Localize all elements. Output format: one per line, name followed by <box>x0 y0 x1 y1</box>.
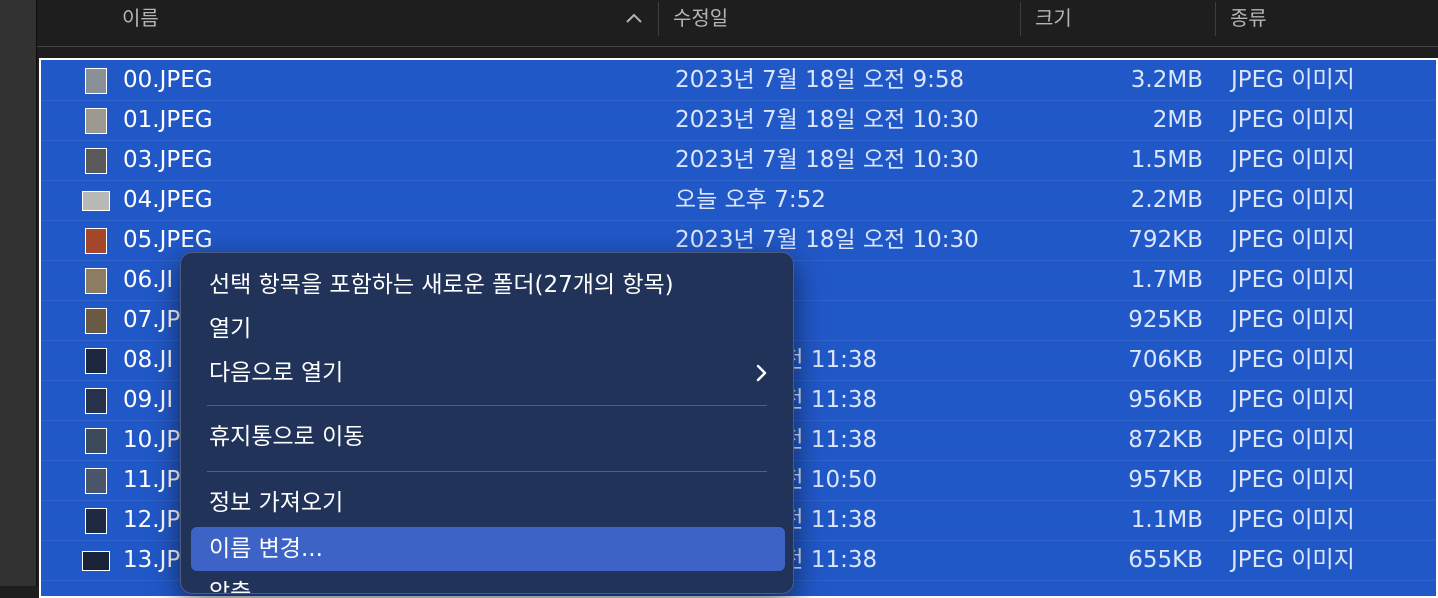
file-name: 13.JP <box>123 547 181 573</box>
file-kind: JPEG 이미지 <box>1231 347 1355 373</box>
file-size: 2.2MB <box>1130 187 1203 213</box>
file-kind: JPEG 이미지 <box>1231 307 1355 333</box>
file-name: 03.JPEG <box>123 147 213 173</box>
menu-item-open-with[interactable]: 다음으로 열기 <box>191 351 785 395</box>
column-date-header[interactable]: 수정일 <box>673 0 728 38</box>
sort-ascending-icon[interactable] <box>625 12 643 24</box>
image-thumbnail-icon <box>85 468 107 494</box>
image-thumbnail-icon <box>85 508 107 534</box>
file-size: 2MB <box>1152 107 1203 133</box>
file-row[interactable]: 04.JPEG 오늘 오후 7:52 2.2MB JPEG 이미지 <box>41 180 1438 221</box>
file-size: 1.7MB <box>1130 267 1203 293</box>
file-modified-date: 2023년 7월 18일 오전 10:30 <box>675 107 979 133</box>
file-row[interactable]: 03.JPEG 2023년 7월 18일 오전 10:30 1.5MB JPEG 이미… <box>41 140 1438 181</box>
file-kind: JPEG 이미지 <box>1231 227 1355 253</box>
menu-item-label: 선택 항목을 포함하는 새로운 폴더(27개의 항목) <box>209 272 674 298</box>
file-size: 1.1MB <box>1130 507 1203 533</box>
column-name-header[interactable]: 이름 <box>122 0 159 38</box>
file-size: 655KB <box>1128 547 1203 573</box>
file-name: 10.JP <box>123 427 181 453</box>
image-thumbnail-icon <box>85 148 107 174</box>
file-kind: JPEG 이미지 <box>1231 187 1355 213</box>
menu-item-label: 정보 가져오기 <box>209 490 344 516</box>
column-divider[interactable] <box>1215 2 1216 36</box>
file-name: 07.JP <box>123 307 181 333</box>
image-thumbnail-icon <box>82 551 110 571</box>
file-name: 12.JP <box>123 507 181 533</box>
file-kind: JPEG 이미지 <box>1231 507 1355 533</box>
file-name: 06.JI <box>123 267 174 293</box>
image-thumbnail-icon <box>85 268 107 294</box>
file-size: 792KB <box>1128 227 1203 253</box>
menu-item-label: 압축 <box>209 580 252 594</box>
column-kind-header[interactable]: 종류 <box>1230 0 1267 38</box>
file-row[interactable]: 01.JPEG 2023년 7월 18일 오전 10:30 2MB JPEG 이미지 <box>41 100 1438 141</box>
file-size: 957KB <box>1128 467 1203 493</box>
file-size: 1.5MB <box>1130 147 1203 173</box>
column-header: 이름 수정일 크기 종류 <box>37 0 1438 38</box>
sidebar-edge <box>0 0 37 586</box>
menu-item-label: 휴지통으로 이동 <box>209 424 365 450</box>
file-row[interactable]: 00.JPEG 2023년 7월 18일 오전 9:58 3.2MB JPEG 이미지 <box>41 60 1438 101</box>
menu-item-move-to-trash[interactable]: 휴지통으로 이동 <box>191 415 785 459</box>
file-name: 01.JPEG <box>123 107 213 133</box>
menu-item-open[interactable]: 열기 <box>191 307 785 351</box>
file-kind: JPEG 이미지 <box>1231 547 1355 573</box>
menu-separator <box>207 471 767 472</box>
file-kind: JPEG 이미지 <box>1231 267 1355 293</box>
file-name: 09.JI <box>123 387 174 413</box>
image-thumbnail-icon <box>82 191 110 211</box>
image-thumbnail-icon <box>85 428 107 454</box>
file-kind: JPEG 이미지 <box>1231 107 1355 133</box>
file-size: 872KB <box>1128 427 1203 453</box>
file-name: 11.JP <box>123 467 181 493</box>
file-kind: JPEG 이미지 <box>1231 427 1355 453</box>
file-kind: JPEG 이미지 <box>1231 147 1355 173</box>
chevron-right-icon <box>756 364 767 382</box>
column-divider[interactable] <box>1020 2 1021 36</box>
menu-separator <box>207 405 767 406</box>
image-thumbnail-icon <box>85 68 107 94</box>
image-thumbnail-icon <box>85 228 107 254</box>
file-kind: JPEG 이미지 <box>1231 467 1355 493</box>
menu-item-label: 이름 변경... <box>209 536 323 562</box>
file-size: 925KB <box>1128 307 1203 333</box>
menu-item-get-info[interactable]: 정보 가져오기 <box>191 481 785 525</box>
file-size: 706KB <box>1128 347 1203 373</box>
menu-item-compress[interactable]: 압축 <box>191 571 785 594</box>
context-menu: 선택 항목을 포함하는 새로운 폴더(27개의 항목) 열기 다음으로 열기 휴… <box>180 252 794 594</box>
column-size-header[interactable]: 크기 <box>1035 0 1072 38</box>
menu-item-label: 다음으로 열기 <box>209 360 344 386</box>
file-name: 00.JPEG <box>123 67 213 93</box>
column-divider[interactable] <box>658 2 659 36</box>
file-size: 956KB <box>1128 387 1203 413</box>
file-kind: JPEG 이미지 <box>1231 387 1355 413</box>
file-kind: JPEG 이미지 <box>1231 67 1355 93</box>
file-size: 3.2MB <box>1130 67 1203 93</box>
image-thumbnail-icon <box>85 388 107 414</box>
menu-item-label: 열기 <box>209 316 252 342</box>
file-modified-date: 오늘 오후 7:52 <box>675 187 826 213</box>
header-divider <box>37 46 1438 47</box>
image-thumbnail-icon <box>85 348 107 374</box>
file-modified-date: 2023년 7월 18일 오전 9:58 <box>675 67 965 93</box>
image-thumbnail-icon <box>85 108 107 134</box>
image-thumbnail-icon <box>85 308 107 334</box>
file-name: 04.JPEG <box>123 187 213 213</box>
file-modified-date: 2023년 7월 18일 오전 10:30 <box>675 147 979 173</box>
file-name: 08.JI <box>123 347 174 373</box>
menu-item-new-folder-with-selection[interactable]: 선택 항목을 포함하는 새로운 폴더(27개의 항목) <box>191 263 785 307</box>
menu-item-rename[interactable]: 이름 변경... <box>191 527 785 571</box>
